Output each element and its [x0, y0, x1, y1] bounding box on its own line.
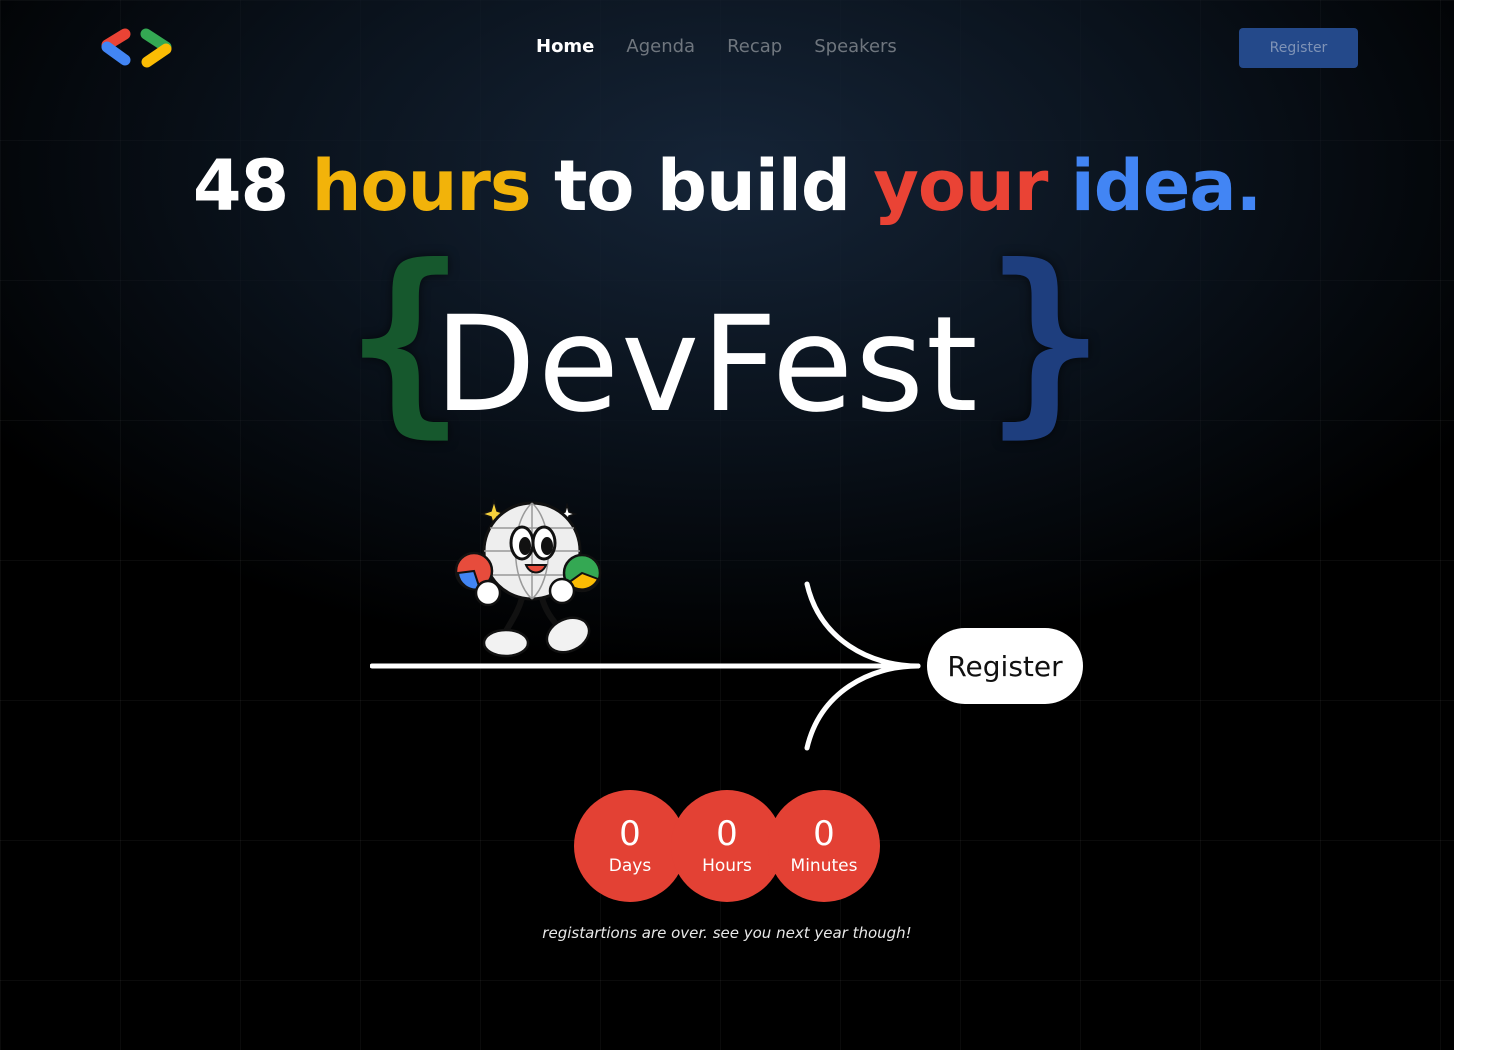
countdown-hours: 0 Hours — [671, 790, 783, 902]
countdown-hours-value: 0 — [716, 814, 738, 854]
gdg-logo-icon[interactable] — [98, 27, 174, 69]
countdown-minutes-value: 0 — [813, 814, 835, 854]
headline-space — [1047, 145, 1070, 227]
headline-part-your: your — [873, 145, 1048, 227]
countdown-minutes-label: Minutes — [790, 856, 858, 876]
header-register-button[interactable]: Register — [1239, 28, 1358, 68]
main-nav: Home Agenda Recap Speakers — [536, 36, 897, 57]
hero-register-button[interactable]: Register — [927, 628, 1083, 704]
countdown-minutes: 0 Minutes — [768, 790, 880, 902]
nav-recap[interactable]: Recap — [727, 36, 782, 57]
countdown-days-value: 0 — [619, 814, 641, 854]
nav-agenda[interactable]: Agenda — [626, 36, 695, 57]
headline-part-idea: idea. — [1070, 145, 1262, 227]
registration-closed-note: registartions are over. see you next yea… — [542, 924, 912, 942]
hero-headline: 48 hours to build your idea. — [0, 145, 1454, 227]
countdown-days: 0 Days — [574, 790, 686, 902]
devfest-title: DevFest — [434, 288, 980, 442]
headline-part-48: 48 — [192, 145, 312, 227]
countdown-hours-label: Hours — [702, 856, 752, 876]
countdown-days-label: Days — [608, 856, 652, 876]
headline-part-to-build: to build — [530, 145, 874, 227]
nav-home[interactable]: Home — [536, 36, 594, 57]
page: Home Agenda Recap Speakers Register 48 h… — [0, 0, 1454, 1050]
arrow-line-icon — [370, 581, 921, 751]
nav-speakers[interactable]: Speakers — [814, 36, 897, 57]
headline-part-hours: hours — [311, 145, 532, 227]
